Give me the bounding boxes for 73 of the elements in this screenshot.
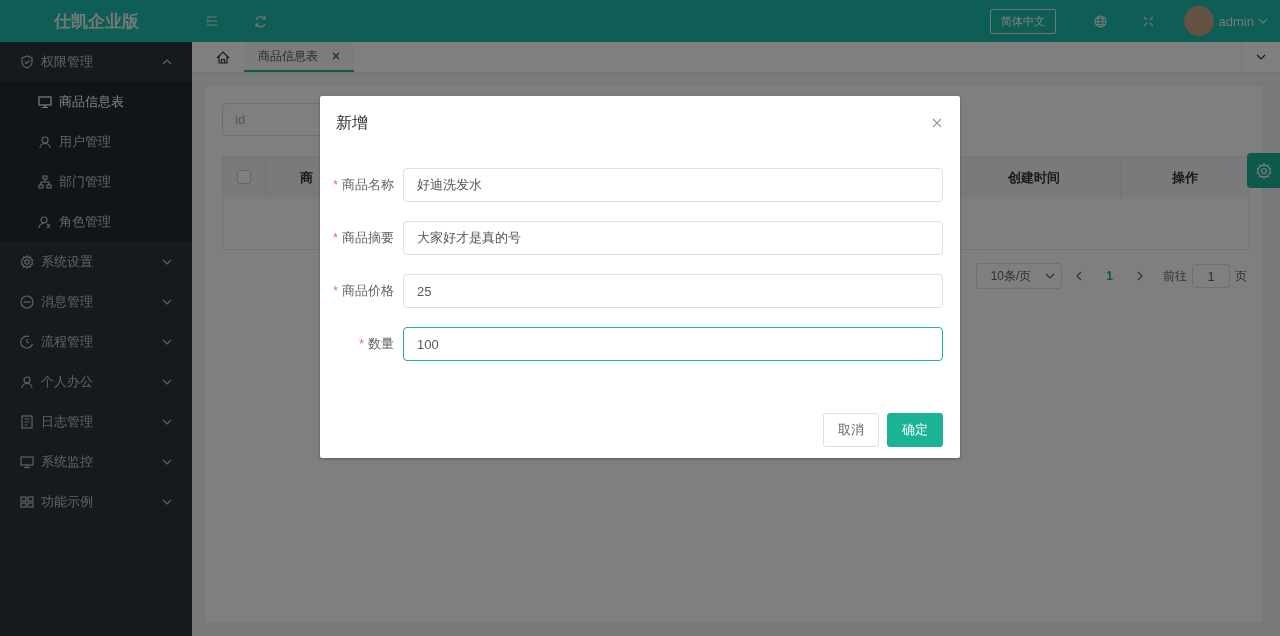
page-size-select[interactable]: 10条/页 bbox=[975, 263, 1063, 289]
chevron-down-icon bbox=[162, 259, 172, 265]
field-label: * 数量 bbox=[357, 335, 395, 353]
menu-item[interactable]: 系统设置 bbox=[0, 242, 192, 282]
required-mark: * bbox=[332, 230, 338, 245]
menu-item[interactable]: 消息管理 bbox=[0, 282, 192, 322]
close-icon[interactable] bbox=[932, 118, 942, 128]
user-icon bbox=[38, 135, 52, 149]
previous-icon[interactable] bbox=[1076, 271, 1083, 281]
chevron-down-icon bbox=[162, 499, 172, 505]
language-button[interactable]: 简体中文 bbox=[989, 8, 1056, 34]
avatar[interactable] bbox=[1183, 6, 1214, 36]
user-icon bbox=[20, 375, 34, 389]
grid-icon bbox=[20, 495, 34, 509]
confirm-button[interactable]: 确定 bbox=[887, 413, 943, 447]
required-mark: * bbox=[358, 336, 364, 351]
chevron-down-icon bbox=[162, 459, 172, 465]
app-logo: 仕凯企业版 bbox=[52, 10, 140, 33]
page-suffix: 页 bbox=[1235, 267, 1247, 285]
fullscreen-icon[interactable] bbox=[1142, 15, 1154, 27]
chat-icon bbox=[20, 295, 34, 309]
chevron-down-icon bbox=[162, 299, 172, 305]
clock-icon bbox=[20, 335, 34, 349]
monitor-icon bbox=[20, 455, 34, 469]
chevron-down-icon bbox=[1045, 273, 1056, 279]
home-icon[interactable] bbox=[216, 50, 230, 64]
required-mark: * bbox=[332, 177, 338, 192]
chevron-down-icon bbox=[162, 339, 172, 345]
user-name[interactable]: admin bbox=[1218, 13, 1254, 29]
column-header: 操作 bbox=[1120, 156, 1250, 199]
dialog-title: 新增 bbox=[336, 112, 368, 133]
close-icon[interactable] bbox=[332, 52, 340, 60]
globe-icon[interactable] bbox=[1093, 14, 1107, 28]
goto-label: 前往 bbox=[1163, 267, 1187, 285]
next-icon[interactable] bbox=[1137, 271, 1143, 281]
monitor-icon bbox=[38, 95, 52, 109]
goto-page-field[interactable]: 1 bbox=[1192, 264, 1230, 288]
text-field[interactable]: 大家好才是真的号 bbox=[403, 221, 943, 255]
chevron-up-icon bbox=[162, 59, 172, 65]
settings-icon bbox=[20, 255, 34, 269]
menu-item[interactable]: 流程管理 bbox=[0, 322, 192, 362]
submenu-item[interactable]: 用户管理 bbox=[0, 122, 192, 162]
text-field[interactable]: 100 bbox=[403, 327, 943, 361]
chevron-down-icon bbox=[162, 419, 172, 425]
text-field[interactable]: 25 bbox=[403, 274, 943, 308]
cancel-button[interactable]: 取消 bbox=[823, 413, 879, 447]
settings-icon bbox=[1255, 162, 1272, 179]
submenu-item[interactable]: 角色管理 bbox=[0, 202, 192, 242]
page-number[interactable]: 1 bbox=[1096, 269, 1123, 283]
chevron-down-icon bbox=[1258, 18, 1268, 24]
select-all-checkbox[interactable] bbox=[237, 169, 251, 184]
text-field[interactable]: 好迪洗发水 bbox=[403, 168, 943, 202]
settings-button[interactable] bbox=[1247, 153, 1280, 188]
menu-item[interactable]: 系统监控 bbox=[0, 442, 192, 482]
field-label: * 商品名称 bbox=[331, 176, 395, 194]
menu-icon[interactable] bbox=[206, 15, 218, 27]
menu-item[interactable]: 功能示例 bbox=[0, 482, 192, 522]
shield-icon bbox=[20, 55, 34, 69]
required-mark: * bbox=[332, 283, 338, 298]
person-icon bbox=[38, 215, 52, 229]
hierarchy-icon bbox=[38, 175, 52, 189]
document-icon bbox=[20, 415, 34, 429]
refresh-icon[interactable] bbox=[254, 14, 267, 28]
menu-item[interactable]: 日志管理 bbox=[0, 402, 192, 442]
menu-item[interactable]: 个人办公 bbox=[0, 362, 192, 402]
submenu-item[interactable]: 部门管理 bbox=[0, 162, 192, 202]
chevron-down-icon bbox=[162, 379, 172, 385]
submenu-item[interactable]: 商品信息表 bbox=[0, 82, 192, 122]
menu-item[interactable]: 权限管理 bbox=[0, 42, 192, 82]
field-label: * 商品摘要 bbox=[331, 229, 395, 247]
page-tab[interactable]: 商品信息表 bbox=[244, 42, 354, 72]
chevron-down-icon bbox=[1256, 54, 1266, 60]
field-label: * 商品价格 bbox=[331, 282, 395, 300]
